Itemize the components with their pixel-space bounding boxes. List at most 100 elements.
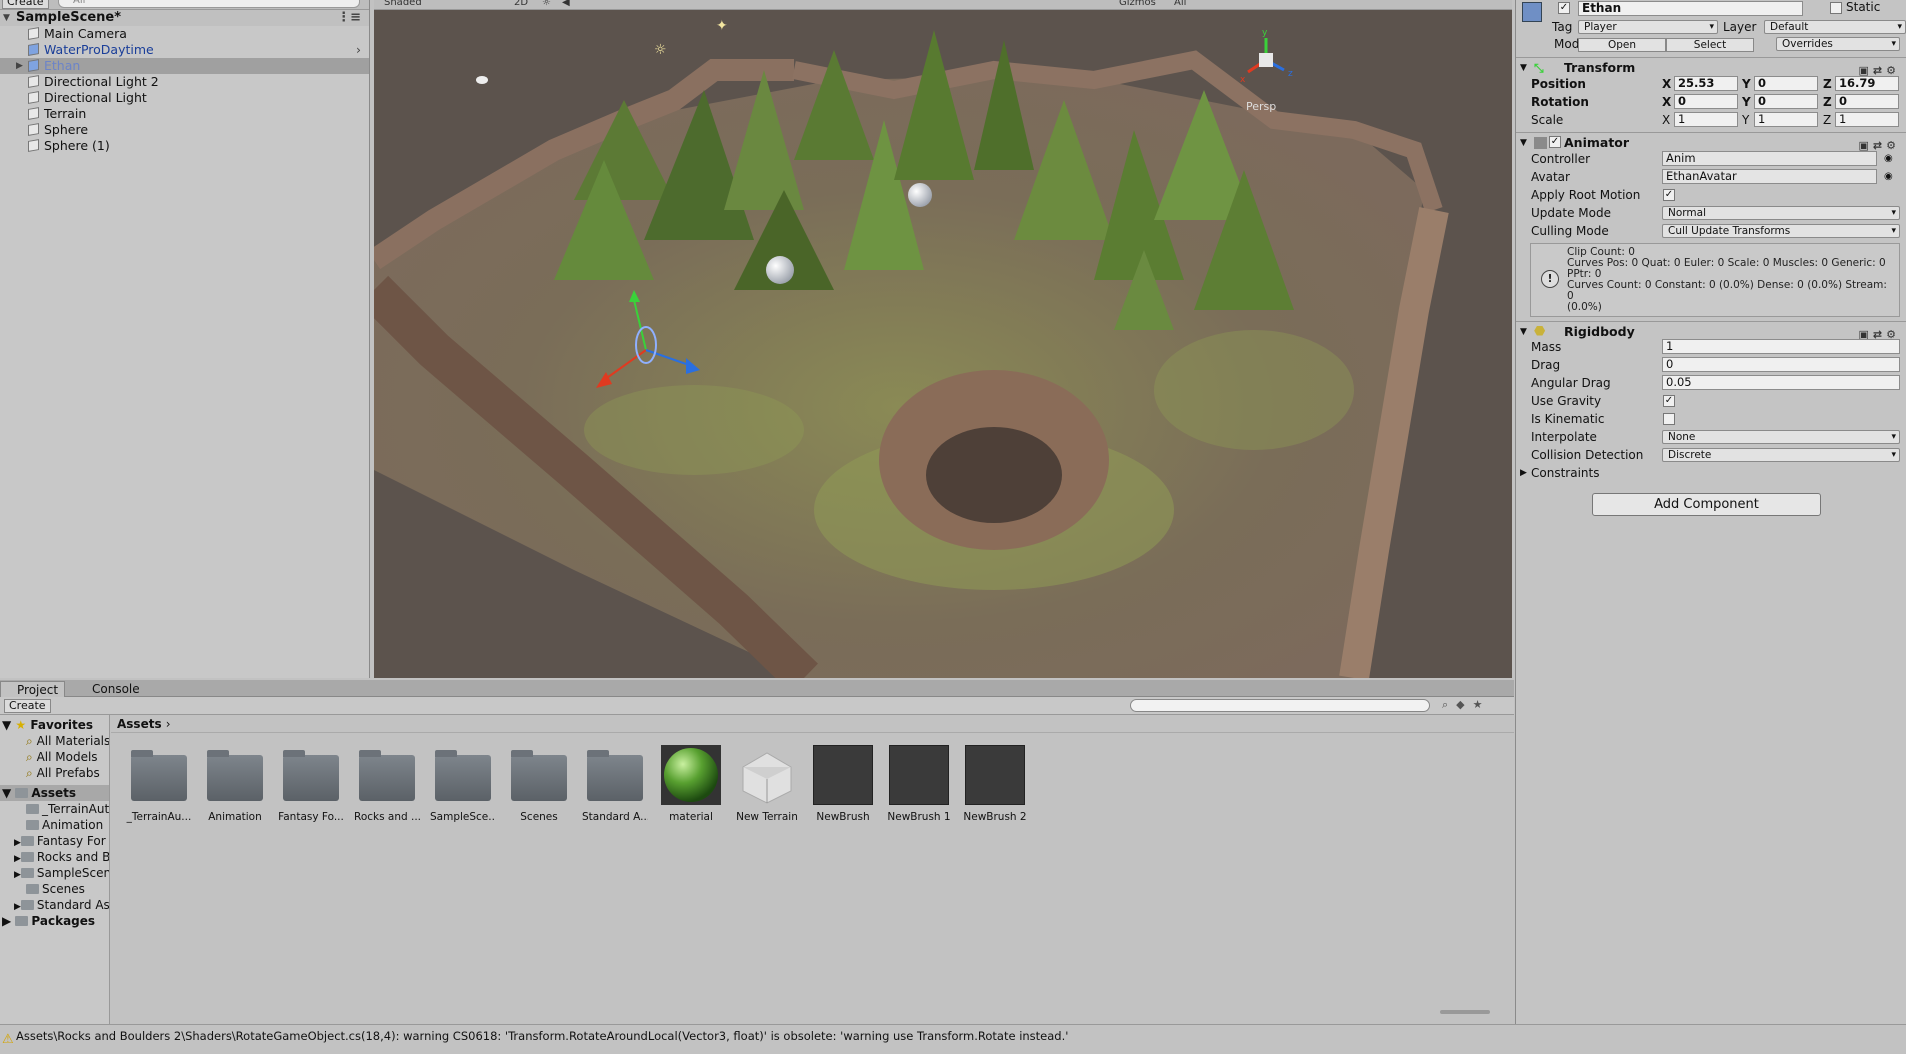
object-name-input[interactable]: Ethan: [1578, 1, 1803, 16]
scale-z-field[interactable]: 1: [1835, 112, 1899, 127]
asset-tree-item[interactable]: ▶ SampleScen: [14, 865, 109, 881]
tab-console[interactable]: Console: [76, 681, 146, 697]
update-mode-dropdown[interactable]: Normal: [1662, 206, 1900, 220]
active-checkbox[interactable]: ✓: [1558, 2, 1570, 14]
hierarchy-create-button[interactable]: Create: [2, 0, 49, 9]
assets-root-row[interactable]: ▼ Assets: [0, 785, 109, 801]
use-gravity-checkbox[interactable]: ✓: [1663, 395, 1675, 407]
asset-tree-item[interactable]: ▶ Standard As: [14, 897, 109, 913]
rotation-x-field[interactable]: 0: [1674, 94, 1738, 109]
project-create-button[interactable]: Create: [4, 699, 51, 713]
select-button[interactable]: Select: [1666, 38, 1754, 52]
asset-item[interactable]: Fantasy Fo...: [278, 745, 344, 823]
light-gizmo-icon[interactable]: ✦: [716, 18, 728, 34]
scale-y-field[interactable]: 1: [1754, 112, 1818, 127]
scene-view[interactable]: ✦ ☼ y x z Persp: [374, 10, 1512, 678]
asset-item[interactable]: SampleSce...: [430, 745, 496, 823]
tag-dropdown[interactable]: Player: [1578, 20, 1718, 34]
drag-field[interactable]: 0: [1662, 357, 1900, 372]
expand-icon[interactable]: ▶: [16, 58, 23, 74]
lighting-icon[interactable]: ☼: [542, 0, 551, 8]
angular-drag-field[interactable]: 0.05: [1662, 375, 1900, 390]
hierarchy-item-dirlight2[interactable]: Directional Light 2: [0, 74, 369, 90]
packages-row[interactable]: ▶ Packages: [2, 913, 95, 929]
favorite-item[interactable]: ⌕ All Materials: [26, 733, 109, 749]
draw-mode-dropdown[interactable]: Shaded: [384, 0, 422, 8]
2d-toggle[interactable]: 2D: [514, 0, 528, 8]
expand-icon[interactable]: ▼: [3, 10, 10, 26]
menu-icon[interactable]: ⋮≡: [337, 10, 361, 26]
projection-label[interactable]: Persp: [1246, 100, 1276, 113]
mass-field[interactable]: 1: [1662, 339, 1900, 354]
position-x-field[interactable]: 25.53: [1674, 76, 1738, 91]
static-checkbox[interactable]: [1830, 2, 1842, 14]
transform-component-header[interactable]: ▼ ⤡ Transform ▣⇄⚙: [1516, 57, 1906, 77]
asset-tree-item[interactable]: ▶ Fantasy For: [14, 833, 106, 849]
asset-item[interactable]: material: [658, 745, 724, 823]
hierarchy-item-ethan[interactable]: ▶ Ethan: [0, 58, 369, 74]
breadcrumb-assets[interactable]: Assets: [117, 717, 162, 731]
position-y-field[interactable]: 0: [1754, 76, 1818, 91]
overrides-dropdown[interactable]: Overrides: [1776, 37, 1900, 51]
asset-tree-item[interactable]: Animation: [26, 817, 103, 833]
scene-search-input[interactable]: All: [1174, 0, 1186, 8]
rotation-y-field[interactable]: 0: [1754, 94, 1818, 109]
status-message[interactable]: Assets\Rocks and Boulders 2\Shaders\Rota…: [16, 1029, 1068, 1043]
hierarchy-item-sphere-1[interactable]: Sphere (1): [0, 138, 369, 154]
asset-item[interactable]: Animation: [202, 745, 268, 823]
sphere-object[interactable]: [908, 183, 932, 207]
culling-mode-dropdown[interactable]: Cull Update Transforms: [1662, 224, 1900, 238]
is-kinematic-checkbox[interactable]: [1663, 413, 1675, 425]
hierarchy-item-main-camera[interactable]: Main Camera: [0, 26, 369, 42]
animator-enabled-checkbox[interactable]: ✓: [1549, 136, 1561, 148]
controller-field[interactable]: Anim: [1662, 151, 1877, 166]
scene-root-row[interactable]: ▼ SampleScene* ⋮≡: [0, 10, 369, 26]
add-component-button[interactable]: Add Component: [1592, 493, 1821, 516]
apply-root-motion-checkbox[interactable]: ✓: [1663, 189, 1675, 201]
asset-item[interactable]: _TerrainAu...: [126, 745, 192, 823]
hierarchy-item-sphere[interactable]: Sphere: [0, 122, 369, 138]
hierarchy-search-input[interactable]: All: [58, 0, 360, 8]
asset-item[interactable]: NewBrush 1: [886, 745, 952, 823]
camera-gizmo-icon[interactable]: [476, 76, 488, 84]
asset-item[interactable]: Rocks and ...: [354, 745, 420, 823]
gizmos-dropdown[interactable]: Gizmos: [1119, 0, 1156, 8]
animator-component-header[interactable]: ▼ ✓ Animator ▣⇄⚙: [1516, 132, 1906, 152]
object-picker-icon[interactable]: ◉: [1884, 168, 1893, 186]
collision-detection-dropdown[interactable]: Discrete: [1662, 448, 1900, 462]
expand-icon[interactable]: ▶: [1520, 464, 1527, 482]
tab-project[interactable]: Project: [0, 681, 66, 697]
zoom-slider[interactable]: [1440, 1010, 1490, 1014]
scene-render[interactable]: ✦ ☼ y x z Persp: [374, 10, 1512, 678]
chevron-right-icon[interactable]: ›: [356, 42, 361, 58]
hierarchy-item-waterpro[interactable]: WaterProDaytime ›: [0, 42, 369, 58]
hierarchy-item-terrain[interactable]: Terrain: [0, 106, 369, 122]
project-search-input[interactable]: [1130, 699, 1430, 712]
scale-x-field[interactable]: 1: [1674, 112, 1738, 127]
open-button[interactable]: Open: [1578, 38, 1666, 52]
asset-tree-item[interactable]: _TerrainAut: [26, 801, 109, 817]
asset-tree-item[interactable]: ▶ Rocks and B: [14, 849, 109, 865]
sphere-object[interactable]: [766, 256, 794, 284]
favorites-row[interactable]: ▼ ★ Favorites: [2, 717, 93, 733]
position-z-field[interactable]: 16.79: [1835, 76, 1899, 91]
light-gizmo-icon[interactable]: ☼: [654, 42, 667, 58]
avatar-field[interactable]: EthanAvatar: [1662, 169, 1877, 184]
constraints-row[interactable]: ▶ Constraints: [1516, 464, 1906, 482]
audio-icon[interactable]: ◀: [562, 0, 570, 8]
rotation-z-field[interactable]: 0: [1835, 94, 1899, 109]
asset-item[interactable]: NewBrush 2: [962, 745, 1028, 823]
filter-icons[interactable]: ⌕◆★: [1442, 698, 1490, 712]
asset-item[interactable]: Scenes: [506, 745, 572, 823]
interpolate-dropdown[interactable]: None: [1662, 430, 1900, 444]
asset-item[interactable]: Standard A...: [582, 745, 648, 823]
favorite-item[interactable]: ⌕ All Prefabs: [26, 765, 100, 781]
layer-dropdown[interactable]: Default: [1764, 20, 1906, 34]
asset-tree-item[interactable]: Scenes: [26, 881, 85, 897]
favorite-item[interactable]: ⌕ All Models: [26, 749, 98, 765]
status-bar[interactable]: ⚠ Assets\Rocks and Boulders 2\Shaders\Ro…: [0, 1024, 1906, 1054]
object-picker-icon[interactable]: ◉: [1884, 150, 1893, 168]
asset-item[interactable]: New Terrain: [734, 745, 800, 823]
asset-item[interactable]: NewBrush: [810, 745, 876, 823]
hierarchy-item-dirlight[interactable]: Directional Light: [0, 90, 369, 106]
